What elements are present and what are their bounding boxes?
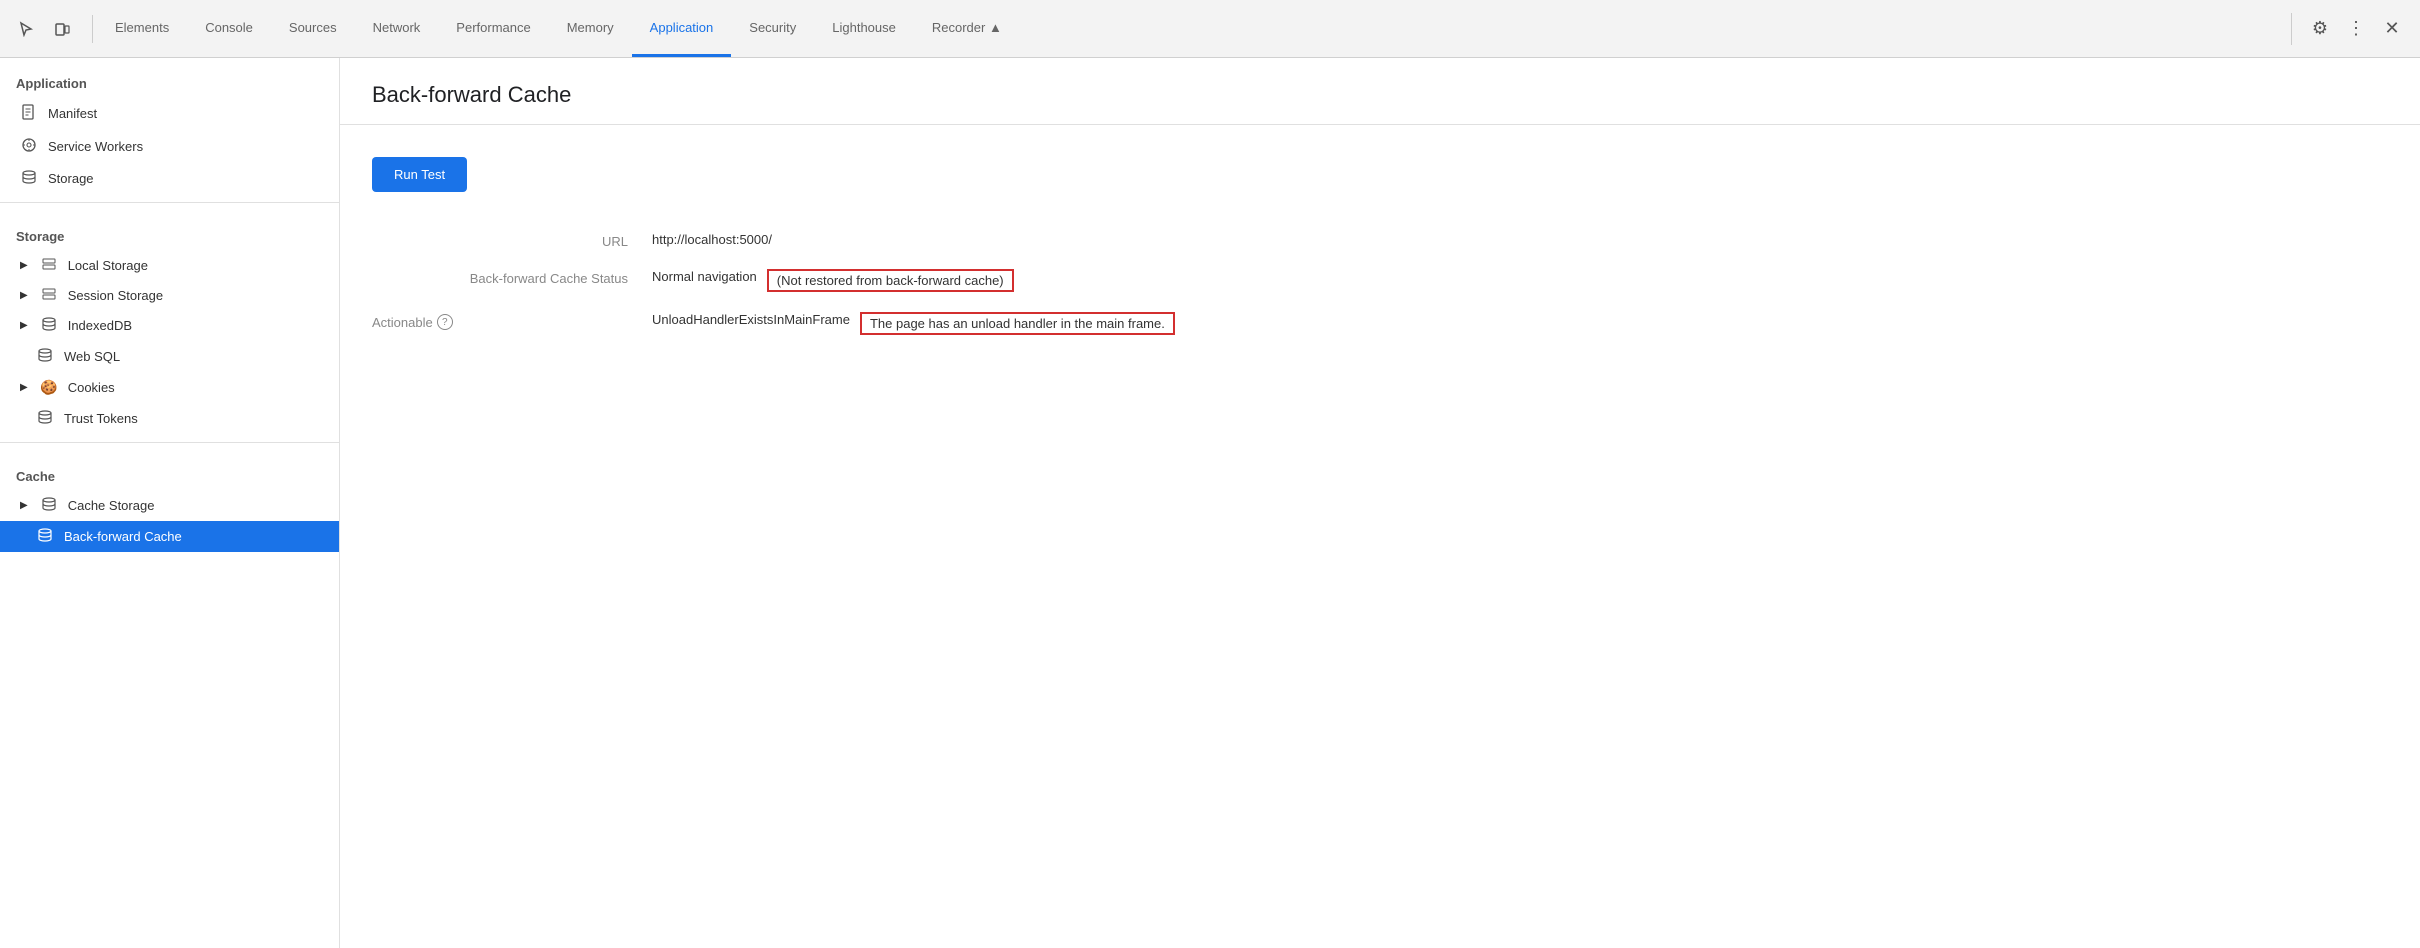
manifest-label: Manifest (48, 106, 97, 121)
tab-security[interactable]: Security (731, 0, 814, 57)
session-storage-label: Session Storage (68, 288, 163, 303)
back-forward-cache-label: Back-forward Cache (64, 529, 182, 544)
sidebar-item-back-forward-cache[interactable]: Back-forward Cache (0, 521, 339, 552)
sidebar-item-cache-storage[interactable]: ▶ Cache Storage (0, 490, 339, 521)
url-label: URL (372, 232, 652, 249)
url-value: http://localhost:5000/ (652, 232, 772, 247)
status-normal-text: Normal navigation (652, 269, 757, 284)
page-title: Back-forward Cache (372, 82, 2388, 108)
expand-local-storage-icon: ▶ (20, 260, 28, 271)
cookies-label: Cookies (68, 380, 115, 395)
expand-indexeddb-icon: ▶ (20, 320, 28, 331)
tab-performance[interactable]: Performance (438, 0, 548, 57)
tab-elements[interactable]: Elements (97, 0, 187, 57)
session-storage-icon (40, 287, 58, 303)
actionable-help-icon[interactable]: ? (437, 314, 453, 330)
tab-console[interactable]: Console (187, 0, 271, 57)
cache-storage-icon (40, 497, 58, 514)
toolbar-right: ⚙ ⋮ ✕ (2291, 13, 2408, 45)
expand-session-storage-icon: ▶ (20, 290, 28, 301)
tab-sources[interactable]: Sources (271, 0, 355, 57)
sidebar-item-cookies[interactable]: ▶ 🍪 Cookies (0, 372, 339, 403)
sidebar-item-service-workers[interactable]: Service Workers (0, 130, 339, 163)
run-test-button[interactable]: Run Test (372, 157, 467, 192)
actionable-label-cell: Actionable ? (372, 312, 652, 330)
back-forward-cache-icon (36, 528, 54, 545)
tab-recorder[interactable]: Recorder ▲ (914, 0, 1020, 57)
expand-cookies-icon: ▶ (20, 382, 28, 393)
actionable-value: UnloadHandlerExistsInMainFrame The page … (652, 312, 1175, 335)
sidebar-item-session-storage[interactable]: ▶ Session Storage (0, 280, 339, 310)
sidebar-item-storage-app[interactable]: Storage (0, 163, 339, 194)
divider-2 (0, 442, 339, 443)
status-label: Back-forward Cache Status (372, 269, 652, 286)
sidebar-section-cache: Cache (0, 451, 339, 490)
expand-cache-storage-icon: ▶ (20, 500, 28, 511)
more-options-icon[interactable]: ⋮ (2340, 13, 2372, 45)
tab-lighthouse[interactable]: Lighthouse (814, 0, 914, 57)
devtools-tabs: Elements Console Sources Network Perform… (97, 0, 2279, 57)
web-sql-label: Web SQL (64, 349, 120, 364)
service-workers-icon (20, 137, 38, 156)
main-area: Application Manifest Service Workers Sto… (0, 58, 2420, 948)
local-storage-label: Local Storage (68, 258, 148, 273)
storage-app-icon (20, 170, 38, 187)
status-highlighted-text: (Not restored from back-forward cache) (767, 269, 1014, 292)
actionable-row: Actionable ? UnloadHandlerExistsInMainFr… (372, 312, 2388, 335)
web-sql-icon (36, 348, 54, 365)
toolbar-icon-group (12, 15, 93, 43)
sidebar-item-trust-tokens[interactable]: Trust Tokens (0, 403, 339, 434)
tab-memory[interactable]: Memory (549, 0, 632, 57)
actionable-description-text: The page has an unload handler in the ma… (860, 312, 1175, 335)
sidebar-item-local-storage[interactable]: ▶ Local Storage (0, 250, 339, 280)
url-text: http://localhost:5000/ (652, 232, 772, 247)
sidebar-item-web-sql[interactable]: Web SQL (0, 341, 339, 372)
sidebar-item-indexeddb[interactable]: ▶ IndexedDB (0, 310, 339, 341)
devtools-toolbar: Elements Console Sources Network Perform… (0, 0, 2420, 58)
close-icon[interactable]: ✕ (2376, 13, 2408, 45)
sidebar-section-storage: Storage (0, 211, 339, 250)
cookies-icon: 🍪 (40, 379, 58, 396)
storage-app-label: Storage (48, 171, 94, 186)
actionable-label-wrapper: Actionable ? (372, 314, 628, 330)
tab-network[interactable]: Network (355, 0, 439, 57)
url-row: URL http://localhost:5000/ (372, 232, 2388, 249)
content-header: Back-forward Cache (340, 58, 2420, 125)
status-value: Normal navigation (Not restored from bac… (652, 269, 1014, 292)
content-body: Run Test URL http://localhost:5000/ Back… (340, 125, 2420, 387)
indexeddb-label: IndexedDB (68, 318, 132, 333)
sidebar-section-application: Application (0, 58, 339, 97)
info-table: URL http://localhost:5000/ Back-forward … (372, 232, 2388, 335)
trust-tokens-label: Trust Tokens (64, 411, 138, 426)
divider-1 (0, 202, 339, 203)
service-workers-label: Service Workers (48, 139, 143, 154)
manifest-icon (20, 104, 38, 123)
cursor-icon[interactable] (12, 15, 40, 43)
status-row: Back-forward Cache Status Normal navigat… (372, 269, 2388, 292)
trust-tokens-icon (36, 410, 54, 427)
settings-icon[interactable]: ⚙ (2304, 13, 2336, 45)
cache-storage-label: Cache Storage (68, 498, 155, 513)
actionable-code-text: UnloadHandlerExistsInMainFrame (652, 312, 850, 327)
tab-application[interactable]: Application (632, 0, 732, 57)
content-area: Back-forward Cache Run Test URL http://l… (340, 58, 2420, 948)
actionable-text: Actionable (372, 315, 433, 330)
local-storage-icon (40, 257, 58, 273)
device-icon[interactable] (48, 15, 76, 43)
sidebar: Application Manifest Service Workers Sto… (0, 58, 340, 948)
indexeddb-icon (40, 317, 58, 334)
sidebar-item-manifest[interactable]: Manifest (0, 97, 339, 130)
